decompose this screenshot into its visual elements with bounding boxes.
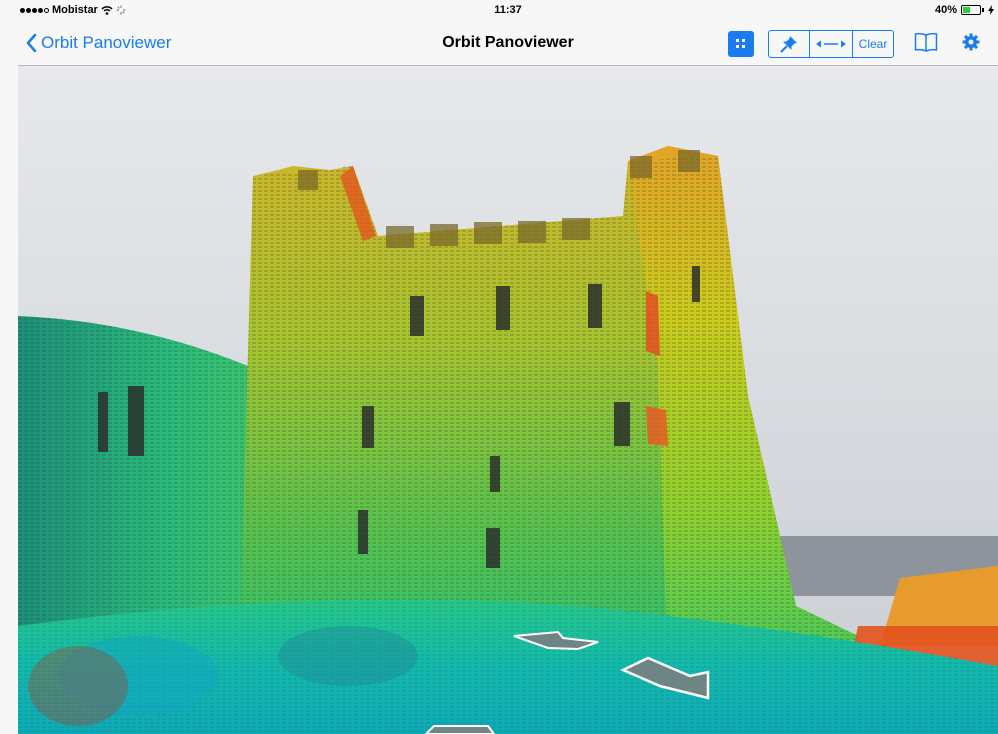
settings-button[interactable] bbox=[962, 33, 980, 56]
battery-icon bbox=[961, 5, 981, 15]
status-right: 40% bbox=[935, 4, 994, 16]
book-icon bbox=[914, 32, 938, 52]
toolbar: Clear bbox=[728, 30, 980, 58]
grid-icon bbox=[736, 39, 745, 48]
grid-view-button[interactable] bbox=[728, 31, 754, 57]
bookmarks-button[interactable] bbox=[914, 32, 938, 57]
arrow-back-icon[interactable] bbox=[424, 725, 496, 734]
gear-icon bbox=[962, 33, 980, 50]
back-button-label: Orbit Panoviewer bbox=[41, 33, 172, 52]
back-button[interactable]: Orbit Panoviewer bbox=[26, 33, 171, 53]
navigation-bar: Orbit Panoviewer Orbit Panoviewer Clear bbox=[18, 20, 998, 66]
point-cloud-render[interactable] bbox=[18, 66, 998, 734]
measure-distance-button[interactable] bbox=[810, 31, 853, 57]
pin-icon bbox=[780, 36, 797, 53]
battery-tip bbox=[982, 8, 984, 12]
clear-button[interactable]: Clear bbox=[853, 31, 893, 57]
measure-arrows-icon bbox=[816, 40, 846, 48]
status-time: 11:37 bbox=[494, 4, 522, 16]
chevron-left-icon bbox=[26, 34, 37, 52]
battery-percent: 40% bbox=[934, 4, 957, 16]
pin-button[interactable] bbox=[769, 31, 810, 57]
status-bar: Mobistar 11:37 40% bbox=[18, 0, 998, 20]
measure-segmented-control: Clear bbox=[768, 30, 894, 58]
panorama-viewer[interactable] bbox=[18, 66, 998, 734]
car-points bbox=[278, 626, 418, 686]
charging-bolt-icon bbox=[988, 5, 994, 15]
battery-level-fill bbox=[963, 7, 971, 13]
